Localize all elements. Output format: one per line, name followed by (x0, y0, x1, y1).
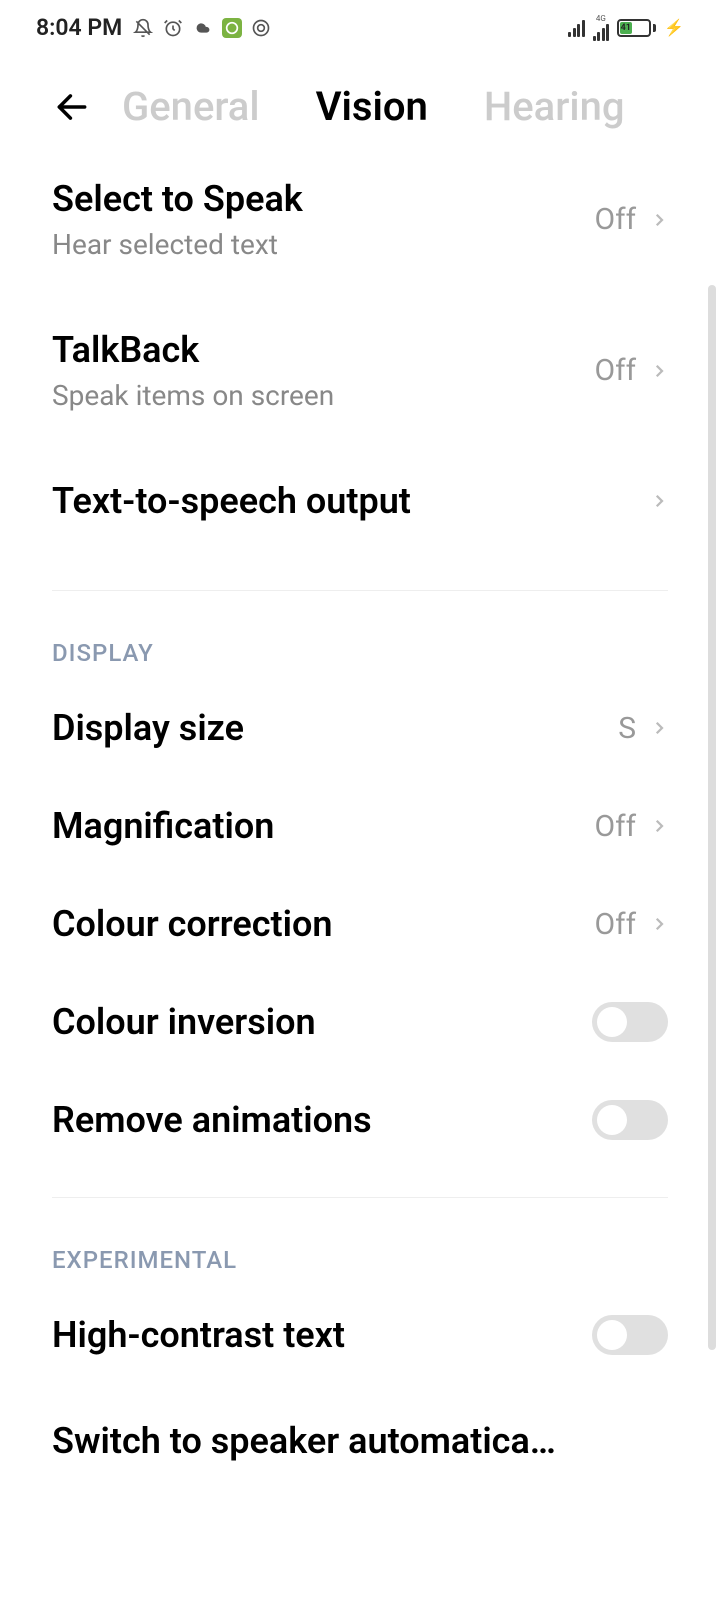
item-display-size[interactable]: Display size S (52, 679, 668, 777)
mute-icon (132, 17, 154, 39)
item-magnification[interactable]: Magnification Off (52, 777, 668, 875)
item-title: Remove animations (52, 1099, 592, 1141)
item-remove-animations[interactable]: Remove animations (52, 1071, 668, 1169)
toggle-remove-animations[interactable] (592, 1100, 668, 1140)
chevron-right-icon (650, 492, 668, 510)
status-time: 8:04 PM (36, 14, 122, 41)
alarm-icon (162, 17, 184, 39)
item-title: Text-to-speech output (52, 480, 650, 522)
chevron-right-icon (650, 719, 668, 737)
item-tts[interactable]: Text-to-speech output (52, 440, 668, 562)
tab-general[interactable]: General (122, 83, 260, 130)
item-title: Select to Speak (52, 178, 595, 220)
item-title: TalkBack (52, 329, 595, 371)
battery-icon: 41 (617, 19, 656, 37)
tab-vision[interactable]: Vision (316, 83, 428, 130)
item-title: Colour correction (52, 903, 595, 945)
item-colour-inversion[interactable]: Colour inversion (52, 973, 668, 1071)
tab-hearing[interactable]: Hearing (484, 83, 625, 130)
tabs: General Vision Hearing (122, 83, 625, 130)
item-value: Off (595, 353, 637, 388)
section-display: DISPLAY (52, 591, 668, 679)
status-right: 4G 41 ⚡ (568, 15, 684, 41)
content: Select to Speak Hear selected text Off T… (0, 150, 720, 1490)
toggle-high-contrast[interactable] (592, 1315, 668, 1355)
chevron-right-icon (650, 817, 668, 835)
tab-header: General Vision Hearing (0, 55, 720, 150)
item-colour-correction[interactable]: Colour correction Off (52, 875, 668, 973)
chevron-right-icon (650, 362, 668, 380)
section-experimental: EXPERIMENTAL (52, 1198, 668, 1286)
item-title: High-contrast text (52, 1314, 592, 1356)
item-sub: Speak items on screen (52, 379, 595, 412)
item-title: Colour inversion (52, 1001, 592, 1043)
item-title: Switch to speaker automatica… (52, 1420, 668, 1462)
status-left: 8:04 PM (36, 14, 272, 41)
item-value: S (618, 711, 636, 746)
app-icon (222, 18, 242, 38)
dnd-icon (250, 17, 272, 39)
signal-icon (568, 19, 585, 37)
item-select-to-speak[interactable]: Select to Speak Hear selected text Off (52, 150, 668, 289)
item-value: Off (595, 202, 637, 237)
chevron-right-icon (650, 915, 668, 933)
item-sub: Hear selected text (52, 228, 595, 261)
status-icons-left (132, 17, 272, 39)
toggle-colour-inversion[interactable] (592, 1002, 668, 1042)
cloud-icon (192, 17, 214, 39)
item-switch-speaker[interactable]: Switch to speaker automatica… (52, 1384, 668, 1490)
item-high-contrast[interactable]: High-contrast text (52, 1286, 668, 1384)
item-value: Off (595, 809, 637, 844)
status-bar: 8:04 PM 4G 41 (0, 0, 720, 55)
item-value: Off (595, 907, 637, 942)
scroll-indicator[interactable] (708, 285, 716, 1350)
item-talkback[interactable]: TalkBack Speak items on screen Off (52, 289, 668, 440)
signal-4g-icon: 4G (593, 15, 610, 41)
chevron-right-icon (650, 211, 668, 229)
back-button[interactable] (52, 87, 92, 127)
item-title: Display size (52, 707, 618, 749)
charging-icon: ⚡ (664, 18, 684, 37)
item-title: Magnification (52, 805, 595, 847)
